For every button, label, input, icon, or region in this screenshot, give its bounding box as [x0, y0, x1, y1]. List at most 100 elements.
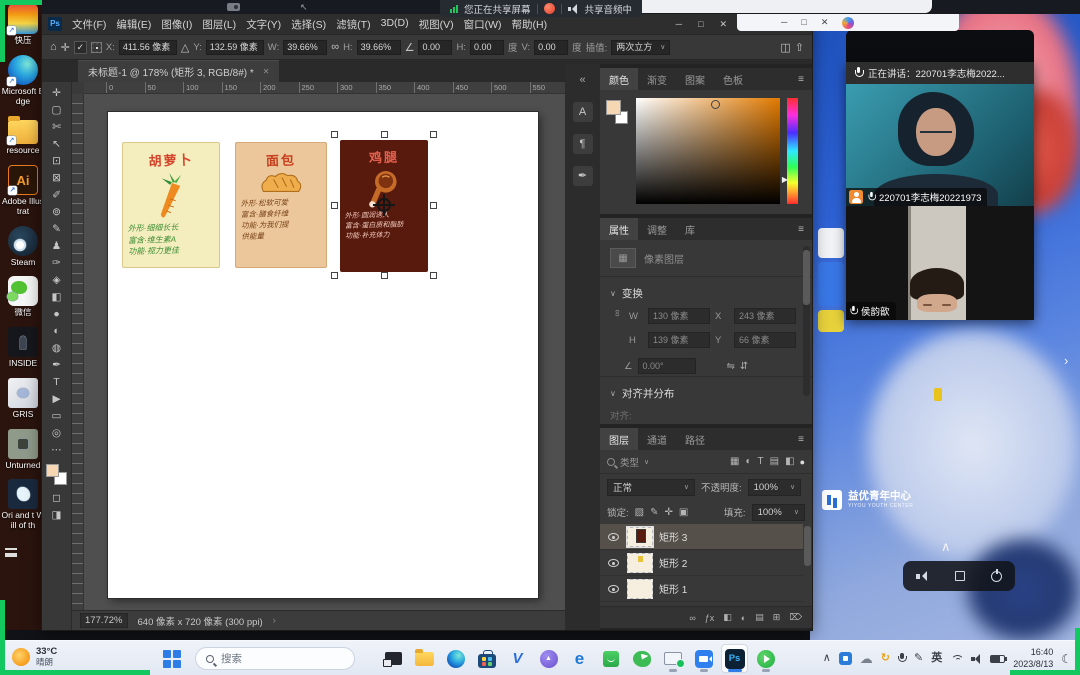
desktop-icon-edge[interactable]: Microsoft Edge [0, 55, 46, 107]
transform-handle[interactable] [331, 272, 338, 279]
taskbar-store[interactable] [473, 644, 500, 673]
fg-bg-swatches[interactable] [606, 100, 632, 128]
taskbar-purple-app[interactable]: ▲ [535, 644, 562, 673]
tool-icon[interactable]: ✒ [52, 357, 61, 374]
scrollbar[interactable] [804, 526, 811, 604]
filter-type-label[interactable]: 类型 [620, 455, 639, 469]
canvas-area[interactable]: 050100150200250300350400450500550 胡萝卜 外形… [72, 82, 565, 610]
fill-select[interactable]: 100% ∨ [752, 504, 805, 521]
layers-footer-icon[interactable]: ƒx [705, 613, 715, 623]
close-button[interactable]: ✕ [821, 18, 829, 27]
panel-menu-icon[interactable]: ≡ [790, 218, 812, 240]
desktop-icon-gris[interactable]: GRIS [0, 378, 46, 420]
panel-icon[interactable]: A [573, 102, 593, 122]
layers-footer-icon[interactable]: ◧ [723, 612, 732, 623]
zoom-level[interactable]: 177.72% [80, 613, 128, 628]
tab-swatches[interactable]: 色板 [714, 68, 752, 90]
tab-adjustments[interactable]: 调整 [638, 218, 676, 240]
tool-icon[interactable]: T [53, 374, 59, 391]
document-canvas[interactable]: 胡萝卜 外形·细细长长富含·维生素A功能·视力更佳 面包 [108, 112, 538, 598]
taskbar-photoshop[interactable]: Ps [721, 644, 748, 673]
tool-icon[interactable]: ◨ [52, 507, 62, 524]
meeting-app-icon[interactable] [544, 3, 555, 14]
layer-row[interactable]: 矩形 1 [600, 576, 803, 602]
volume-icon[interactable] [971, 654, 982, 664]
layer-thumbnail[interactable] [627, 527, 653, 547]
tool-icon[interactable]: ◧ [52, 289, 62, 306]
layers-footer-icon[interactable]: ⌦ [789, 612, 802, 623]
tab-close-icon[interactable]: ✕ [263, 67, 270, 76]
tab-gradients[interactable]: 渐变 [638, 68, 676, 90]
color-picker-marker[interactable] [711, 100, 720, 109]
tab-layers[interactable]: 图层 [600, 428, 638, 450]
tool-icon[interactable]: ◻ [52, 490, 61, 507]
width-input[interactable]: 130 像素 [648, 308, 710, 324]
tool-icon[interactable]: ◎ [52, 425, 61, 442]
layer-thumbnail[interactable] [627, 579, 653, 599]
taskbar-green-bird-app[interactable] [628, 644, 655, 673]
taskbar-v-app[interactable]: V [504, 644, 531, 673]
desktop-icon-resource[interactable]: resource [0, 115, 46, 156]
poster-card-bread[interactable]: 面包 外形·松软可爱富含·膳食纤维功能·为我们提供能量 [235, 142, 327, 268]
tool-icon[interactable]: ▶ [52, 391, 60, 408]
tool-icon[interactable]: ● [53, 306, 59, 323]
lock-icon[interactable]: ▨ [635, 507, 644, 518]
lock-icon[interactable]: ▣ [679, 507, 688, 518]
visibility-eye-icon[interactable] [605, 585, 621, 593]
power-icon[interactable] [991, 571, 1002, 582]
layers-footer-icon[interactable]: ▤ [755, 612, 764, 623]
taskbar-screen-share[interactable] [659, 644, 686, 673]
visibility-eye-icon[interactable] [605, 533, 621, 541]
filter-icon[interactable]: ◐ [746, 456, 752, 467]
tool-icon[interactable]: ✄ [52, 119, 61, 136]
transform-handle[interactable] [331, 131, 338, 138]
tool-icon[interactable]: ▭ [52, 408, 62, 425]
desktop-icon-illustrator[interactable]: Ai Adobe Illustrat [0, 165, 46, 217]
desktop-icon-inside[interactable]: INSIDE [0, 327, 46, 369]
move-tool-icon[interactable]: ✛ [61, 41, 70, 54]
delta-icon[interactable]: △ [181, 41, 189, 54]
taskbar-e-app[interactable]: e [566, 644, 593, 673]
tool-icon[interactable]: ⋯ [51, 442, 62, 459]
ime-indicator[interactable]: 英 [931, 653, 942, 664]
tool-icon[interactable]: ✑ [52, 255, 61, 272]
taskbar-file-explorer[interactable] [411, 644, 438, 673]
minimize-button[interactable]: ─ [676, 20, 682, 29]
reference-point-icon[interactable] [91, 42, 102, 53]
filter-toggle-icon[interactable]: ● [800, 457, 805, 467]
tool-icon[interactable]: ◍ [52, 340, 61, 357]
hue-slider-marker[interactable]: ▶ [782, 176, 788, 184]
lock-icon[interactable]: ✎ [650, 507, 658, 518]
panel-menu-icon[interactable]: ≡ [790, 68, 812, 90]
layer-row[interactable]: 矩形 2 [600, 550, 803, 576]
flip-vertical-icon[interactable]: ⇵ [740, 361, 748, 372]
hue-slider[interactable] [787, 98, 798, 204]
search-input[interactable] [221, 653, 331, 665]
cancel-transform-icon[interactable]: ◫ [780, 41, 790, 54]
menu-item[interactable]: 图层(L) [202, 17, 236, 32]
blend-mode-select[interactable]: 正常 ∨ [607, 479, 695, 496]
menu-item[interactable]: 选择(S) [291, 17, 326, 32]
minimize-button[interactable]: ─ [781, 18, 787, 27]
height-input[interactable]: 139 像素 [648, 332, 710, 348]
transform-handle[interactable] [331, 202, 338, 209]
transform-handle[interactable] [381, 272, 388, 279]
y-input[interactable]: 132.59 像素 [206, 40, 264, 55]
rotate-v-input[interactable]: 0.00 [534, 40, 568, 55]
filter-icon[interactable]: ◧ [785, 456, 794, 467]
angle-input[interactable]: 0.00° [638, 358, 696, 374]
wifi-icon[interactable] [950, 654, 963, 664]
align-section-header[interactable]: ∨ 对齐并分布 [600, 379, 812, 406]
taskbar-task-view[interactable] [380, 644, 407, 673]
scrollbar[interactable] [803, 246, 810, 396]
menu-item[interactable]: 文字(Y) [246, 17, 281, 32]
menu-item[interactable]: 图像(I) [161, 17, 192, 32]
interpolation-select[interactable]: 两次立方 ∨ [611, 40, 670, 55]
poster-card-carrot[interactable]: 胡萝卜 外形·细细长长富含·维生素A功能·视力更佳 [122, 142, 220, 268]
tab-channels[interactable]: 通道 [638, 428, 676, 450]
clock[interactable]: 16:40 2023/8/13 [1013, 647, 1053, 670]
export-icon[interactable]: ⇧ [795, 41, 804, 54]
layers-footer-icon[interactable]: ◐ [741, 613, 746, 623]
tab-paths[interactable]: 路径 [676, 428, 714, 450]
tab-properties[interactable]: 属性 [600, 218, 638, 240]
